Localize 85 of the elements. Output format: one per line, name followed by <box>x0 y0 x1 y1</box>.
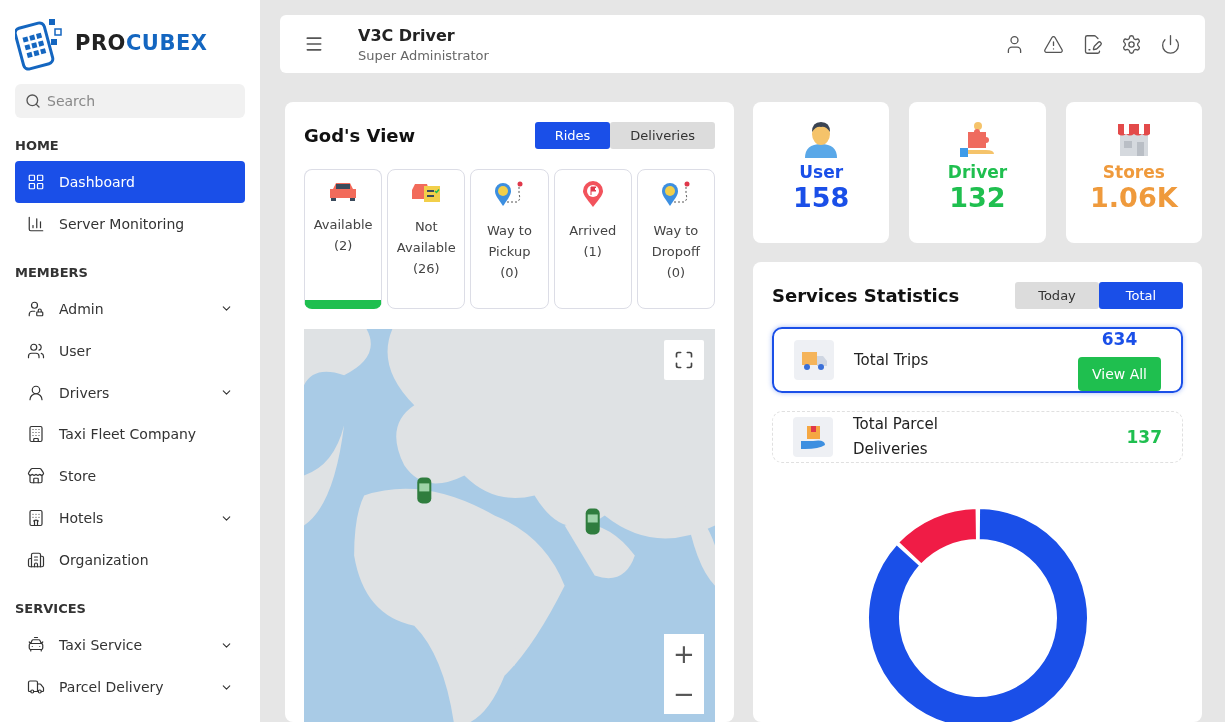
power-icon <box>1160 33 1181 55</box>
menu-icon <box>304 34 324 54</box>
nav-icon <box>27 341 45 360</box>
sidebar-item[interactable]: Store <box>15 455 245 498</box>
nav-icon <box>27 551 45 570</box>
sidebar-item-label: Dashboard <box>59 173 136 190</box>
warning-icon <box>1043 33 1064 55</box>
puzzle-hand-icon <box>958 120 997 158</box>
nav-icon <box>27 636 45 655</box>
sidebar-item[interactable]: Taxi Service <box>15 624 245 667</box>
flag-pin-icon <box>580 180 605 208</box>
stat-value: 1.06K <box>1090 182 1178 213</box>
card-title: Services Statistics <box>772 285 960 306</box>
search-field[interactable]: Search <box>15 83 245 118</box>
period-tab[interactable]: Today <box>1015 282 1099 309</box>
nav-icon <box>27 299 45 318</box>
nav-icon <box>27 383 45 402</box>
sidebar-item[interactable]: User <box>15 329 245 372</box>
sidebar-item-label: Taxi Service <box>59 637 144 654</box>
nav-icon <box>27 425 45 444</box>
fullscreen-icon <box>674 350 694 370</box>
section-heading: HOME <box>15 137 60 153</box>
sidebar-item-label: Hotels <box>59 510 105 527</box>
sidebar-item-label: Store <box>59 468 97 485</box>
search-icon <box>25 92 41 109</box>
brand-name: PROCUBEX <box>75 30 208 55</box>
service-value: 137 <box>1126 427 1162 447</box>
nav-icon <box>27 678 45 697</box>
sidebar-item[interactable]: Organization <box>15 539 245 582</box>
stat-value: 132 <box>949 182 1006 213</box>
sidebar-item[interactable]: Server Monitoring <box>15 202 245 245</box>
sidebar-item-label: Taxi Fleet Company <box>59 426 198 443</box>
service-value: 634 <box>1101 329 1138 349</box>
nav-icon <box>27 509 45 528</box>
settings-button[interactable] <box>1121 33 1142 55</box>
edit-button[interactable] <box>1082 33 1103 55</box>
user-name: V3C Driver <box>358 25 456 45</box>
sidebar-item[interactable]: Dashboard <box>15 160 245 203</box>
edit-document-icon <box>1082 33 1103 55</box>
status-tile[interactable]: Arrived (1) <box>553 169 632 309</box>
view-tab[interactable]: Rides <box>534 122 611 149</box>
sidebar-item-label: Admin <box>59 300 105 317</box>
status-tile[interactable]: Way to Dropoff (0) <box>636 169 715 309</box>
stat-label: User <box>799 162 844 182</box>
menu-button[interactable] <box>304 34 324 54</box>
car-icon <box>328 180 359 202</box>
sidebar-item-label: User <box>59 342 92 359</box>
service-label: Total Trips <box>854 349 930 371</box>
nav-icon <box>27 172 45 191</box>
stat-label: Stores <box>1102 162 1165 182</box>
alert-button[interactable] <box>1043 33 1064 55</box>
status-tile[interactable]: Available (2) <box>304 169 383 309</box>
fullscreen-button[interactable] <box>664 340 704 380</box>
person-icon <box>803 120 840 158</box>
stat-label: Driver <box>947 162 1008 182</box>
sidebar-item-label: Server Monitoring <box>59 215 186 232</box>
sidebar-item[interactable]: Hotels <box>15 497 245 540</box>
status-label: Arrived (1) <box>568 222 618 261</box>
sidebar-item-label: Drivers <box>59 384 111 401</box>
status-label: Way to Dropoff (0) <box>650 222 702 282</box>
stat-value: 158 <box>792 182 850 213</box>
section-heading: SERVICES <box>15 601 87 617</box>
nav-icon <box>27 214 45 233</box>
status-label: Available (2) <box>312 216 374 255</box>
user-role: Super Administrator <box>358 47 489 63</box>
view-tab[interactable]: Deliveries <box>610 122 715 149</box>
sidebar-item[interactable]: Parcel Delivery <box>15 666 245 709</box>
service-label: Total Parcel Deliveries <box>853 414 939 460</box>
settings-icon <box>1121 33 1142 55</box>
sidebar-item[interactable]: Taxi Fleet Company <box>15 413 245 456</box>
sidebar-item[interactable]: Admin <box>15 287 245 330</box>
parcel-hand-icon <box>799 423 827 451</box>
sidebar-item-label: Organization <box>59 552 150 569</box>
power-button[interactable] <box>1160 33 1181 55</box>
period-tab[interactable]: Total <box>1099 282 1183 309</box>
card-title: God's View <box>304 125 416 146</box>
status-label: Way to Pickup (0) <box>486 222 533 282</box>
nav-icon <box>27 467 45 486</box>
sidebar-item[interactable]: Drivers <box>15 371 245 414</box>
status-label: Not Available (26) <box>395 218 457 278</box>
status-tile[interactable]: Way to Pickup (0) <box>470 169 549 309</box>
route-pin-icon <box>659 180 692 208</box>
status-tile[interactable]: Not Available (26) <box>387 169 466 309</box>
section-heading: MEMBERS <box>15 264 89 280</box>
sidebar-item-label: Parcel Delivery <box>59 679 165 696</box>
